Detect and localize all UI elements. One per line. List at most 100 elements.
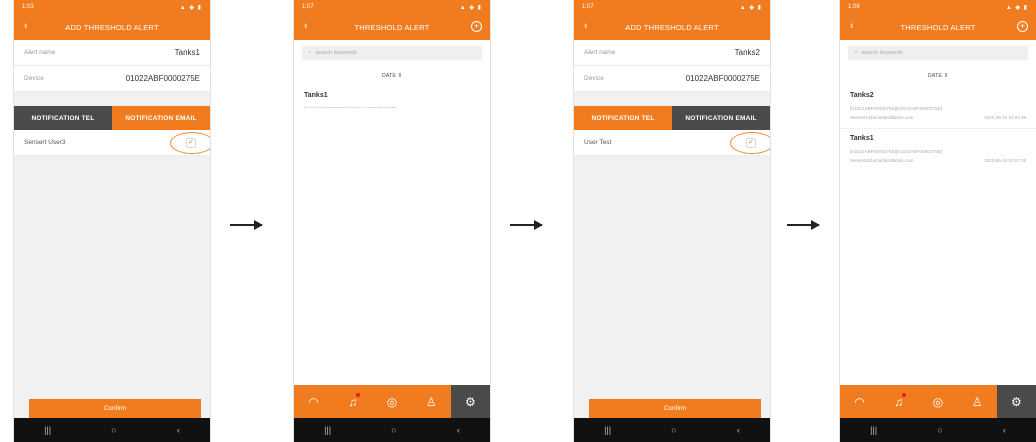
gear-icon[interactable]: ⚙ — [450, 385, 490, 418]
gauge-icon[interactable]: ◠ — [840, 385, 879, 418]
status-bar: 1:08 ▲ ◆ ▮ — [840, 0, 1036, 14]
user-icon[interactable]: ♙ — [412, 385, 451, 418]
home-icon[interactable]: ○ — [391, 425, 396, 435]
user-name: Sensert User3 — [24, 139, 66, 146]
search-input[interactable]: ⌕ search keywords — [302, 46, 482, 60]
home-icon[interactable]: ○ — [937, 425, 942, 435]
alert-devices: [01022ABF0000275E][01022ABF0000275E] — [850, 149, 943, 154]
system-back-icon[interactable]: ‹ — [1003, 425, 1006, 435]
user-name: User Test — [584, 139, 612, 146]
search-bar: ⌕ search keywords — [294, 40, 490, 66]
search-icon: ⌕ — [308, 49, 312, 56]
list-item[interactable]: Tanks2 [01022ABF0000275E][01022ABF000027… — [840, 86, 1036, 129]
device-value[interactable]: 01022ABF0000275E — [686, 74, 760, 83]
location-pin-icon[interactable]: ◎ — [918, 385, 957, 418]
user-icon[interactable]: ♙ — [958, 385, 997, 418]
status-bar: 1:07 ▲ ◆ ▮ — [574, 0, 770, 14]
system-back-icon[interactable]: ‹ — [737, 425, 740, 435]
alert-name-value[interactable]: Tanks2 — [735, 48, 760, 57]
device-value[interactable]: 01022ABF0000275E — [126, 74, 200, 83]
tab-notification-tel[interactable]: NOTIFICATION TEL — [14, 106, 112, 130]
search-icon: ⌕ — [854, 49, 858, 56]
plus-circle-icon[interactable]: + — [1017, 21, 1028, 32]
status-icons: ▲ ◆ ▮ — [1005, 4, 1028, 11]
device-label: Device — [24, 75, 44, 82]
system-back-icon[interactable]: ‹ — [457, 425, 460, 435]
chevron-left-icon[interactable]: ‹ — [304, 20, 308, 32]
chevron-left-icon[interactable]: ‹ — [584, 20, 588, 32]
list-background — [840, 162, 1036, 385]
highlight-circle — [730, 132, 770, 154]
location-pin-icon[interactable]: ◎ — [372, 385, 411, 418]
title-bar: ‹ THRESHOLD ALERT + — [294, 14, 490, 40]
recent-apps-icon[interactable]: ||| — [44, 425, 51, 435]
status-time: 1:08 — [848, 4, 860, 10]
status-bar: 1:03 ▲ ◆ ▮ — [14, 0, 210, 14]
list-background — [294, 108, 490, 385]
chevron-left-icon[interactable]: ‹ — [24, 20, 28, 32]
alert-email: Sensert1@smartdistillation.com — [850, 115, 914, 120]
alert-name-value[interactable]: Tanks1 — [175, 48, 200, 57]
notification-tabs: NOTIFICATION TEL NOTIFICATION EMAIL — [14, 106, 210, 130]
bottom-nav: ◠ ♫ ◎ ♙ ⚙ — [294, 385, 490, 418]
highlight-circle — [170, 132, 210, 154]
flow-arrow — [230, 220, 263, 230]
alert-name-label: Alert name — [24, 49, 56, 56]
alert-name: Tanks1 — [850, 135, 874, 142]
status-time: 1:07 — [302, 4, 314, 10]
alert-name-field[interactable]: Alert name Tanks1 — [14, 40, 210, 66]
bell-icon[interactable]: ♫ — [879, 385, 918, 418]
confirm-button[interactable]: Confirm — [29, 399, 201, 418]
bottom-nav: ◠ ♫ ◎ ♙ ⚙ — [840, 385, 1036, 418]
alert-list: Tanks2 [01022ABF0000275E][01022ABF000027… — [840, 86, 1036, 172]
status-time: 1:03 — [22, 4, 34, 10]
status-icons: ▲ ◆ ▮ — [739, 4, 762, 11]
alert-name: Tanks2 — [850, 92, 874, 99]
search-input[interactable]: ⌕ search keywords — [848, 46, 1028, 60]
device-field[interactable]: Device 01022ABF0000275E — [574, 66, 770, 92]
date-sort-header[interactable]: DATE ⇕ — [294, 66, 490, 86]
search-bar: ⌕ search keywords — [840, 40, 1036, 66]
status-icons: ▲ ◆ ▮ — [459, 4, 482, 11]
home-icon[interactable]: ○ — [111, 425, 116, 435]
home-icon[interactable]: ○ — [671, 425, 676, 435]
date-sort-header[interactable]: DATE ⇕ — [840, 66, 1036, 86]
page-title: ADD THRESHOLD ALERT — [65, 22, 159, 32]
page-title: ADD THRESHOLD ALERT — [625, 22, 719, 32]
user-list-item[interactable]: User Test ✓ — [574, 130, 770, 156]
page-title: THRESHOLD ALERT — [900, 22, 976, 32]
system-nav-bar: ||| ○ ‹ — [294, 418, 490, 442]
flow-arrow — [510, 220, 543, 230]
device-label: Device — [584, 75, 604, 82]
title-bar: ‹ THRESHOLD ALERT + — [840, 14, 1036, 40]
alert-name-label: Alert name — [584, 49, 616, 56]
recent-apps-icon[interactable]: ||| — [870, 425, 877, 435]
gear-icon[interactable]: ⚙ — [996, 385, 1036, 418]
flow-arrow — [787, 220, 820, 230]
alert-name-field[interactable]: Alert name Tanks2 — [574, 40, 770, 66]
notification-dot — [355, 393, 360, 397]
system-nav-bar: ||| ○ ‹ — [574, 418, 770, 442]
recent-apps-icon[interactable]: ||| — [604, 425, 611, 435]
screen-alert-list-2: 1:08 ▲ ◆ ▮ ‹ THRESHOLD ALERT + ⌕ search … — [839, 0, 1036, 442]
status-bar: 1:07 ▲ ◆ ▮ — [294, 0, 490, 14]
system-back-icon[interactable]: ‹ — [177, 425, 180, 435]
plus-circle-icon[interactable]: + — [471, 21, 482, 32]
recent-apps-icon[interactable]: ||| — [324, 425, 331, 435]
gauge-icon[interactable]: ◠ — [294, 385, 333, 418]
system-nav-bar: ||| ○ ‹ — [14, 418, 210, 442]
bell-icon[interactable]: ♫ — [333, 385, 372, 418]
alert-time: 2023-06-15 10:07:49 — [984, 115, 1026, 120]
device-field[interactable]: Device 01022ABF0000275E — [14, 66, 210, 92]
tab-notification-email[interactable]: NOTIFICATION EMAIL — [112, 106, 210, 130]
page-title: THRESHOLD ALERT — [354, 22, 430, 32]
alert-name: Tanks1 — [304, 92, 328, 99]
title-bar: ‹ ADD THRESHOLD ALERT — [14, 14, 210, 40]
user-list-item[interactable]: Sensert User3 ✓ — [14, 130, 210, 156]
confirm-button[interactable]: Confirm — [589, 399, 761, 418]
chevron-left-icon[interactable]: ‹ — [850, 20, 854, 32]
system-nav-bar: ||| ○ ‹ — [840, 418, 1036, 442]
tab-notification-tel[interactable]: NOTIFICATION TEL — [574, 106, 672, 130]
tab-notification-email[interactable]: NOTIFICATION EMAIL — [672, 106, 770, 130]
alert-devices: [01022ABF0000275E][01022ABF0000275E] — [850, 106, 943, 111]
